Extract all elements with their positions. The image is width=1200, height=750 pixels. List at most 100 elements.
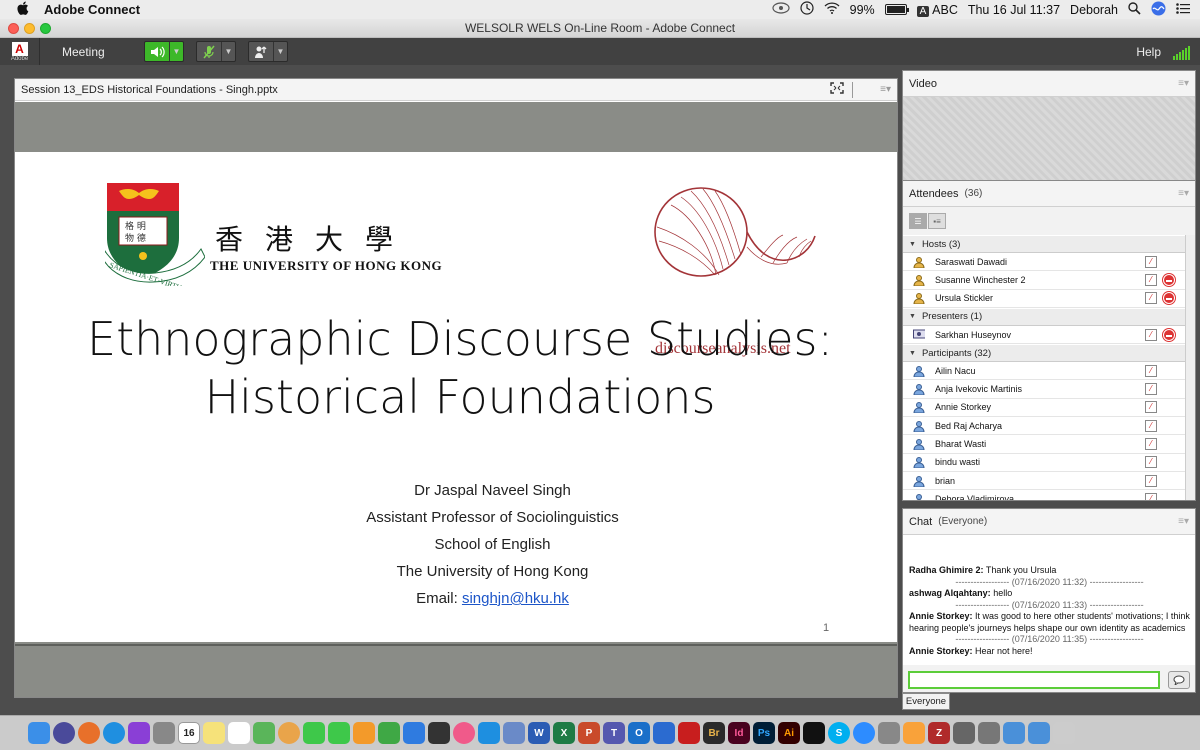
dock-screenshot-icon[interactable] (953, 722, 975, 744)
status-dropdown[interactable]: ▼ (273, 42, 287, 61)
dock-indesign-icon[interactable]: Id (728, 722, 750, 744)
minimize-window-button[interactable] (24, 23, 35, 34)
time-machine-icon[interactable] (800, 1, 814, 18)
grammarly-icon[interactable] (772, 2, 790, 17)
attendee-row[interactable]: bindu wasti ⁄ (903, 454, 1185, 472)
dock-messages-icon[interactable] (303, 722, 325, 744)
send-message-button[interactable] (1168, 671, 1190, 689)
dock-launchpad-icon[interactable] (153, 722, 175, 744)
meeting-menu[interactable]: Meeting (62, 45, 132, 59)
stop-sharing-icon[interactable] (1163, 328, 1175, 341)
attendee-row[interactable]: Ailin Nacu ⁄ (903, 362, 1185, 381)
dock-keynote-icon[interactable] (403, 722, 425, 744)
participant-user-icon (913, 438, 925, 451)
battery-icon[interactable] (884, 4, 909, 15)
dock-excel-icon[interactable]: X (553, 722, 575, 744)
dock-downloads-icon[interactable] (1028, 722, 1050, 744)
user-menu[interactable]: Deborah (1070, 3, 1118, 17)
dock-skype-icon[interactable]: S (828, 722, 850, 744)
speaker-toggle-button[interactable]: ▼ (144, 41, 184, 62)
attendee-list-scrollbar[interactable] (1185, 235, 1195, 500)
dock-podcasts-icon[interactable] (128, 722, 150, 744)
dock-itunes-icon[interactable] (453, 722, 475, 744)
video-pod-options-icon[interactable]: ≡▾ (1178, 78, 1189, 89)
dock-finder-icon[interactable] (28, 722, 50, 744)
dock-preview-icon[interactable] (503, 722, 525, 744)
attendee-row[interactable]: Ursula Stickler ⁄ (903, 290, 1185, 308)
dock-settings-gear-icon[interactable] (878, 722, 900, 744)
dock-zotero-icon[interactable]: Z (928, 722, 950, 744)
dock-appstore-icon[interactable] (478, 722, 500, 744)
attendee-row[interactable]: brian ⁄ (903, 472, 1185, 491)
speaker-dropdown[interactable]: ▼ (169, 42, 183, 61)
dock-outlook-icon[interactable]: O (628, 722, 650, 744)
dock-firefox-icon[interactable] (78, 722, 100, 744)
dock-pages-icon[interactable] (353, 722, 375, 744)
close-window-button[interactable] (8, 23, 19, 34)
dock-numbers-icon[interactable] (378, 722, 400, 744)
dock-safari-icon[interactable] (103, 722, 125, 744)
attendee-row[interactable]: Bharat Wasti ⁄ (903, 435, 1185, 454)
microphone-toggle-button[interactable]: ▼ (196, 41, 236, 62)
dock-calendar-icon[interactable]: 16 (178, 722, 200, 744)
attendee-row[interactable]: Susanne Winchester 2 ⁄ (903, 271, 1185, 290)
attendees-pod-options-icon[interactable]: ≡▾ (1178, 188, 1189, 199)
chat-message-input[interactable] (908, 671, 1160, 689)
dock-siri-icon[interactable] (53, 722, 75, 744)
dock-acrobat-icon[interactable] (678, 722, 700, 744)
dock-folder-icon[interactable] (1003, 722, 1025, 744)
dock-audio-icon[interactable] (653, 722, 675, 744)
dock-photoshop-icon[interactable]: Ps (753, 722, 775, 744)
dock-sketch-icon[interactable] (903, 722, 925, 744)
fullscreen-icon[interactable] (830, 82, 844, 97)
attendee-row[interactable]: Bed Raj Acharya ⁄ (903, 417, 1185, 436)
dock-notes-icon[interactable] (203, 722, 225, 744)
spotlight-search-icon[interactable] (1128, 1, 1141, 18)
group-participants[interactable]: ▼ Participants (32) (903, 344, 1185, 363)
pod-options-icon[interactable]: ≡▾ (867, 84, 891, 95)
group-presenters[interactable]: ▼ Presenters (1) (903, 307, 1185, 326)
dock-trash-icon[interactable] (1053, 722, 1075, 744)
dock-powerpoint-icon[interactable]: P (578, 722, 600, 744)
dock-bbx-icon[interactable] (803, 722, 825, 744)
presenter-user-icon (913, 329, 925, 341)
wifi-icon[interactable] (824, 2, 840, 17)
notification-center-icon[interactable] (1176, 2, 1190, 17)
attendee-row[interactable]: Anja Ivekovic Martinis ⁄ (903, 380, 1185, 399)
input-source-indicator[interactable]: A ABC (916, 3, 958, 17)
dock-reminders-icon[interactable] (228, 722, 250, 744)
chat-pod-options-icon[interactable]: ≡▾ (1178, 516, 1189, 527)
chat-send-to-selector[interactable]: Everyone (902, 693, 950, 710)
email-link[interactable]: singhjn@hku.hk (462, 590, 569, 607)
dock-maps-icon[interactable] (253, 722, 275, 744)
dock-illustrator-icon[interactable]: Ai (778, 722, 800, 744)
group-hosts[interactable]: ▼ Hosts (3) (903, 235, 1185, 253)
dock-teams-icon[interactable]: T (603, 722, 625, 744)
stop-sharing-icon[interactable] (1163, 273, 1175, 286)
attendee-row[interactable]: Sarkhan Huseynov ⁄ (903, 326, 1185, 345)
apple-menu-icon[interactable] (14, 1, 32, 18)
dock-photos-icon[interactable] (278, 722, 300, 744)
clock[interactable]: Thu 16 Jul 11:37 (968, 3, 1060, 17)
microphone-dropdown[interactable]: ▼ (221, 42, 235, 61)
raise-hand-button[interactable]: ▼ (248, 41, 288, 62)
attendee-row[interactable]: Annie Storkey ⁄ (903, 399, 1185, 418)
dock-word-icon[interactable]: W (528, 722, 550, 744)
author-university: The University of Hong Kong (396, 563, 589, 580)
attendee-row[interactable]: Saraswati Dawadi ⁄ (903, 253, 1185, 272)
dock-facetime-icon[interactable] (328, 722, 350, 744)
siri-icon[interactable] (1151, 1, 1166, 19)
attendee-row[interactable]: Debora Vladimirova ⁄ (903, 490, 1185, 500)
dock-bridge-icon[interactable]: Br (703, 722, 725, 744)
help-menu[interactable]: Help (1136, 45, 1161, 59)
app-name-menu[interactable]: Adobe Connect (44, 2, 140, 17)
status-view-icon[interactable]: ▪≡ (928, 213, 946, 229)
dock-system-prefs-icon[interactable] (978, 722, 1000, 744)
dock-zoom-icon[interactable] (853, 722, 875, 744)
zoom-window-button[interactable] (40, 23, 51, 34)
attendee-name: Debora Vladimirova (935, 493, 1015, 500)
battery-percent[interactable]: 99% (850, 3, 875, 17)
dock-quicktime-icon[interactable] (428, 722, 450, 744)
list-view-icon[interactable]: ☰ (909, 213, 927, 229)
stop-sharing-icon[interactable] (1163, 292, 1175, 305)
